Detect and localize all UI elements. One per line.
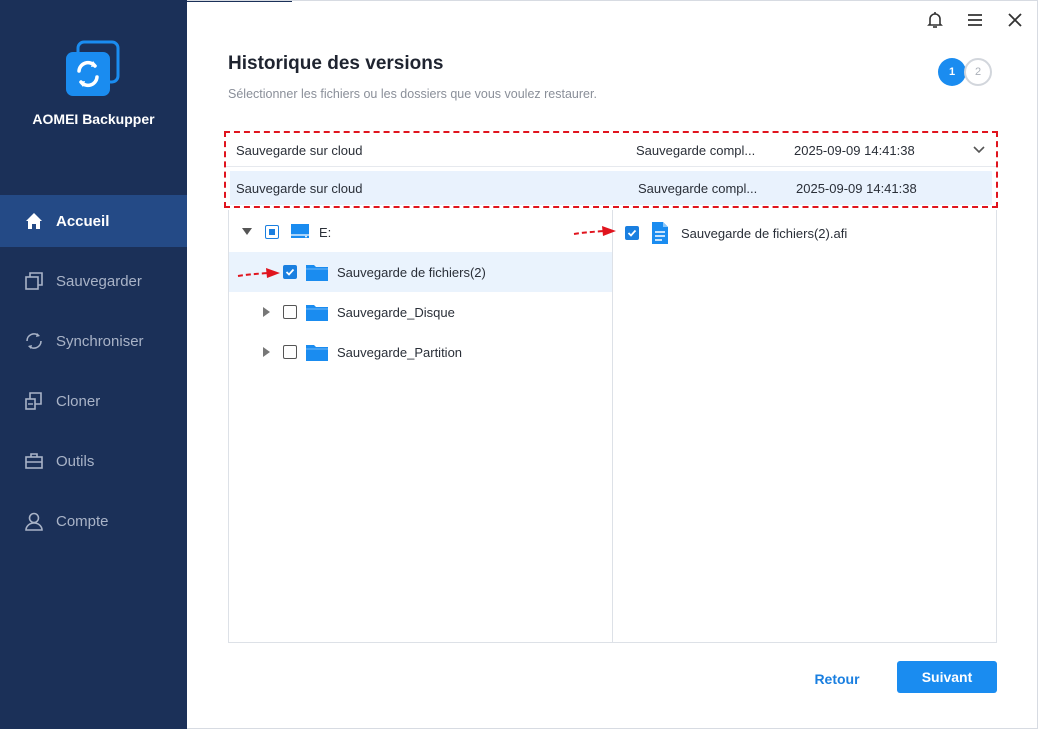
user-icon bbox=[24, 511, 44, 531]
back-button[interactable]: Retour bbox=[800, 664, 874, 694]
clone-icon bbox=[24, 391, 44, 411]
version-name: Sauvegarde sur cloud bbox=[236, 143, 363, 158]
file-icon bbox=[651, 221, 669, 245]
caret-right-icon[interactable] bbox=[261, 306, 273, 318]
close-icon[interactable] bbox=[1006, 10, 1024, 30]
sidebar-item-label: Compte bbox=[56, 512, 109, 530]
file-checkbox[interactable] bbox=[625, 226, 639, 240]
version-dropdown[interactable]: Sauvegarde sur cloud Sauvegarde compl...… bbox=[226, 135, 996, 167]
folder-icon bbox=[305, 262, 329, 282]
tree-checkbox[interactable] bbox=[283, 345, 297, 359]
folder-icon bbox=[305, 302, 329, 322]
sidebar-item-label: Synchroniser bbox=[56, 332, 144, 350]
version-status: Sauvegarde compl... bbox=[638, 180, 758, 196]
sidebar-nav: Accueil Sauvegarder Synchroniser Cloner … bbox=[0, 195, 187, 555]
sidebar-item-cloner[interactable]: Cloner bbox=[0, 375, 187, 427]
sidebar-item-compte[interactable]: Compte bbox=[0, 495, 187, 547]
menu-icon[interactable] bbox=[966, 10, 984, 30]
toolbox-icon bbox=[24, 451, 44, 471]
version-date: 2025-09-09 14:41:38 bbox=[796, 180, 917, 196]
sidebar-item-label: Sauvegarder bbox=[56, 272, 142, 290]
folder-icon bbox=[305, 342, 329, 362]
next-button[interactable]: Suivant bbox=[897, 661, 997, 693]
annotation-arrow-icon bbox=[237, 268, 280, 278]
version-list: Sauvegarde sur cloud Sauvegarde compl...… bbox=[224, 131, 998, 208]
sidebar: AOMEI Backupper Accueil Sauvegarder Sync… bbox=[0, 0, 187, 729]
version-status: Sauvegarde compl... bbox=[636, 143, 756, 158]
step-indicator: 1 2 bbox=[938, 58, 992, 86]
tree-checkbox[interactable] bbox=[265, 225, 279, 239]
app-name: AOMEI Backupper bbox=[32, 111, 155, 127]
tree-checkbox[interactable] bbox=[283, 305, 297, 319]
caret-right-icon[interactable] bbox=[261, 346, 273, 358]
sidebar-item-label: Outils bbox=[56, 452, 95, 470]
step-next: 2 bbox=[964, 58, 992, 86]
version-row[interactable]: Sauvegarde sur cloud Sauvegarde compl...… bbox=[230, 171, 992, 205]
drive-icon bbox=[289, 222, 311, 242]
sidebar-item-accueil[interactable]: Accueil bbox=[0, 195, 187, 247]
tree-label: Sauvegarde_Disque bbox=[337, 304, 455, 320]
pane-divider[interactable] bbox=[612, 210, 613, 643]
page-title: Historique des versions bbox=[228, 53, 444, 74]
bell-icon[interactable] bbox=[926, 10, 944, 30]
version-date: 2025-09-09 14:41:38 bbox=[794, 143, 915, 158]
sidebar-item-synchroniser[interactable]: Synchroniser bbox=[0, 315, 187, 367]
sidebar-item-sauvegarder[interactable]: Sauvegarder bbox=[0, 255, 187, 307]
chevron-down-icon[interactable] bbox=[972, 143, 986, 160]
caret-down-icon[interactable] bbox=[241, 226, 253, 238]
step-current: 1 bbox=[938, 58, 966, 86]
sidebar-item-outils[interactable]: Outils bbox=[0, 435, 187, 487]
version-name: Sauvegarde sur cloud bbox=[236, 180, 363, 196]
tree-label: Sauvegarde de fichiers(2) bbox=[337, 264, 486, 280]
tree-item[interactable]: Sauvegarde_Disque bbox=[229, 292, 612, 332]
sync-icon bbox=[24, 331, 44, 351]
tree-label: Sauvegarde_Partition bbox=[337, 344, 463, 360]
file-item[interactable]: Sauvegarde de fichiers(2).afi bbox=[625, 219, 847, 247]
page-subtitle: Sélectionner les fichiers ou les dossier… bbox=[228, 87, 597, 101]
app-logo-icon bbox=[66, 40, 120, 96]
sidebar-item-label: Accueil bbox=[56, 212, 110, 230]
tree-item[interactable]: Sauvegarde_Partition bbox=[229, 332, 612, 372]
tree-root-row[interactable]: E: bbox=[229, 212, 612, 252]
file-label: Sauvegarde de fichiers(2).afi bbox=[681, 225, 848, 241]
tree-label: E: bbox=[319, 224, 332, 240]
window-controls bbox=[926, 10, 1024, 30]
home-icon bbox=[24, 211, 44, 231]
sidebar-item-label: Cloner bbox=[56, 392, 101, 410]
top-accent-line bbox=[187, 0, 292, 2]
tree-checkbox[interactable] bbox=[283, 265, 297, 279]
annotation-arrow-icon bbox=[573, 226, 616, 236]
backup-icon bbox=[24, 271, 44, 291]
tree-item[interactable]: Sauvegarde de fichiers(2) bbox=[229, 252, 612, 292]
